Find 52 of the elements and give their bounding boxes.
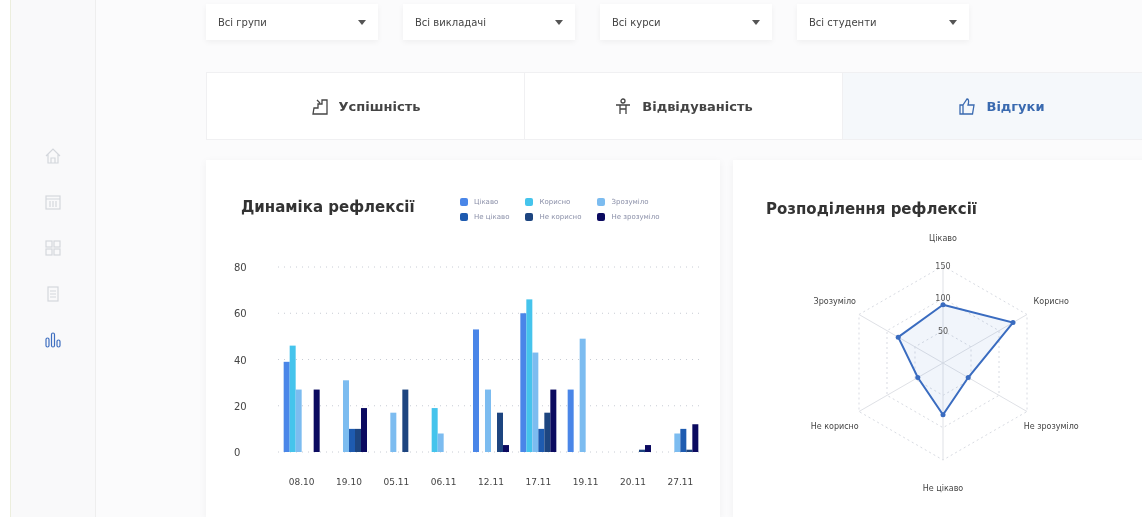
axis-tick-label: 19.10	[336, 477, 362, 487]
bar	[390, 412, 397, 452]
grid-icon[interactable]	[43, 238, 63, 258]
axis-tick-label: 08.10	[288, 477, 315, 487]
data-point	[915, 375, 921, 381]
bar	[313, 389, 320, 452]
caret-icon	[752, 19, 760, 25]
data-point	[940, 412, 946, 418]
axis-label: Не зрозуміло	[1023, 421, 1079, 431]
axis-tick-label: 20	[234, 400, 247, 412]
axis-tick-label: 12.11	[478, 477, 504, 487]
axis-label: Цікаво	[929, 234, 957, 243]
axis-tick-label: 0	[234, 447, 241, 458]
data-point	[1010, 320, 1016, 326]
axis-tick-label: 40	[234, 354, 247, 366]
axis-tick-label: 80	[234, 262, 247, 273]
bar	[567, 389, 574, 452]
caret-icon	[555, 19, 563, 25]
axis-tick-label: 17.11	[525, 477, 552, 487]
tab[interactable]: Відгуки	[843, 73, 1142, 139]
filter-dropdown[interactable]: Всі студенти	[797, 4, 969, 40]
caret-icon	[949, 19, 957, 25]
filter-dropdown[interactable]: Всі курси	[600, 4, 772, 40]
caret-icon	[358, 19, 366, 25]
axis-tick-label: 05.11	[383, 477, 410, 487]
filter-dropdown[interactable]: Всі групи	[206, 4, 378, 40]
axis-tick-label: 60	[234, 308, 247, 320]
bar-chart-icon[interactable]	[43, 330, 63, 350]
data-point	[940, 302, 946, 308]
axis-tick-label: 100	[935, 294, 951, 304]
axis-tick-label: 20.11	[620, 477, 646, 487]
calendar-icon[interactable]	[43, 192, 63, 212]
chart-title: Динаміка рефлексії	[241, 198, 415, 216]
bar	[402, 389, 409, 452]
thumbs-up-icon	[958, 96, 977, 116]
person-icon	[614, 96, 633, 116]
data-point	[965, 375, 971, 381]
home-icon[interactable]	[43, 146, 63, 166]
axis-label: Не корисно	[810, 421, 859, 431]
axis-tick-label: 27.11	[667, 477, 694, 487]
axis-tick-label: 06.11	[430, 477, 457, 487]
stairs-icon	[310, 96, 329, 116]
axis-tick-label: 19.11	[572, 477, 599, 487]
data-point	[895, 334, 901, 340]
axis-tick-label: 50	[937, 326, 949, 336]
axis-tick-label: 150	[935, 262, 951, 271]
chart-title: Розподілення рефлексії	[765, 200, 977, 218]
axis-label: Корисно	[1033, 296, 1069, 306]
axis-label: Зрозуміло	[813, 296, 856, 306]
filter-dropdown[interactable]: Всі викладачі	[403, 4, 575, 40]
axis-label: Не цікаво	[922, 484, 964, 493]
bar	[485, 389, 491, 452]
